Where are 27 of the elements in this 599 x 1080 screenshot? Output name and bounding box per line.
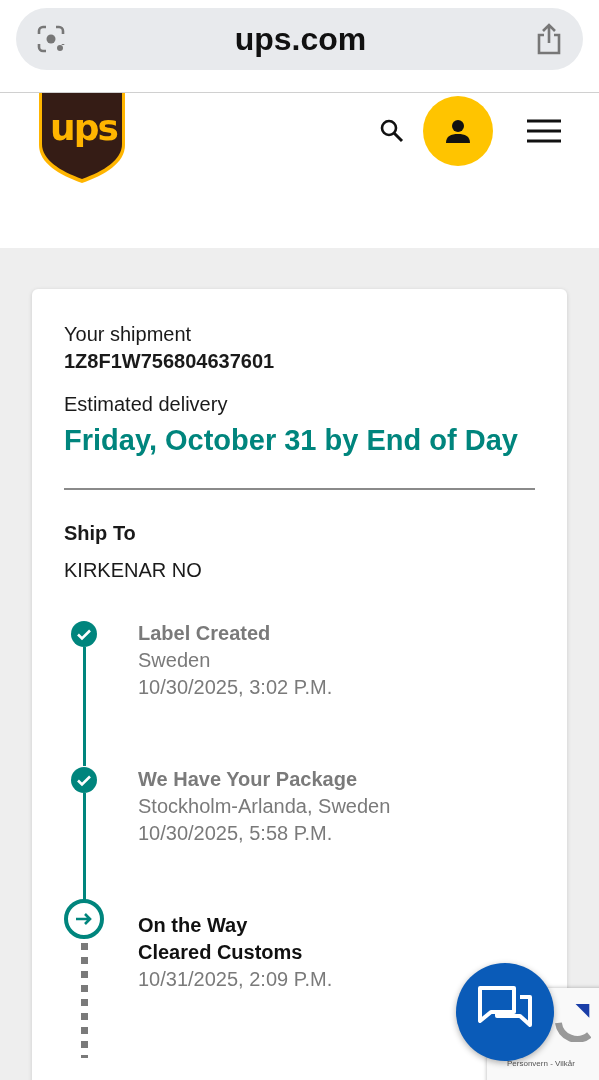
recaptcha-links[interactable]: Personvern - Vilkår	[507, 1059, 575, 1068]
event-status: On the Way	[138, 913, 249, 938]
address-bar[interactable]: ups.com	[16, 8, 583, 70]
check-icon	[71, 767, 97, 793]
event-time: 10/30/2025, 5:58 P.M.	[138, 821, 334, 846]
address-text: ups.com	[233, 20, 368, 58]
search-button[interactable]	[379, 118, 405, 144]
ups-logo[interactable]: ups	[38, 93, 126, 183]
event-time: 10/31/2025, 2:09 P.M.	[138, 967, 334, 992]
ship-to-label: Ship To	[64, 521, 137, 546]
shipment-label: Your shipment	[64, 322, 193, 347]
event-status: We Have Your Package	[138, 767, 358, 792]
delivery-label: Estimated delivery	[64, 392, 229, 417]
ship-to-address: KIRKENAR NO	[64, 558, 203, 583]
event-location: Stockholm-Arlanda, Sweden	[138, 794, 392, 819]
event-status: Label Created	[138, 621, 272, 646]
menu-button[interactable]	[527, 119, 561, 143]
check-icon	[71, 621, 97, 647]
event-detail: Cleared Customs	[138, 940, 304, 965]
tracking-number: 1Z8F1W756804637601	[64, 349, 276, 374]
person-icon	[445, 119, 471, 143]
event-location: Sweden	[138, 648, 212, 673]
recaptcha-icon	[555, 1002, 591, 1042]
lens-icon[interactable]	[36, 24, 66, 54]
delivery-date: Friday, October 31 by End of Day	[64, 423, 519, 458]
event-time: 10/30/2025, 3:02 P.M.	[138, 675, 334, 700]
share-icon[interactable]	[535, 23, 563, 55]
